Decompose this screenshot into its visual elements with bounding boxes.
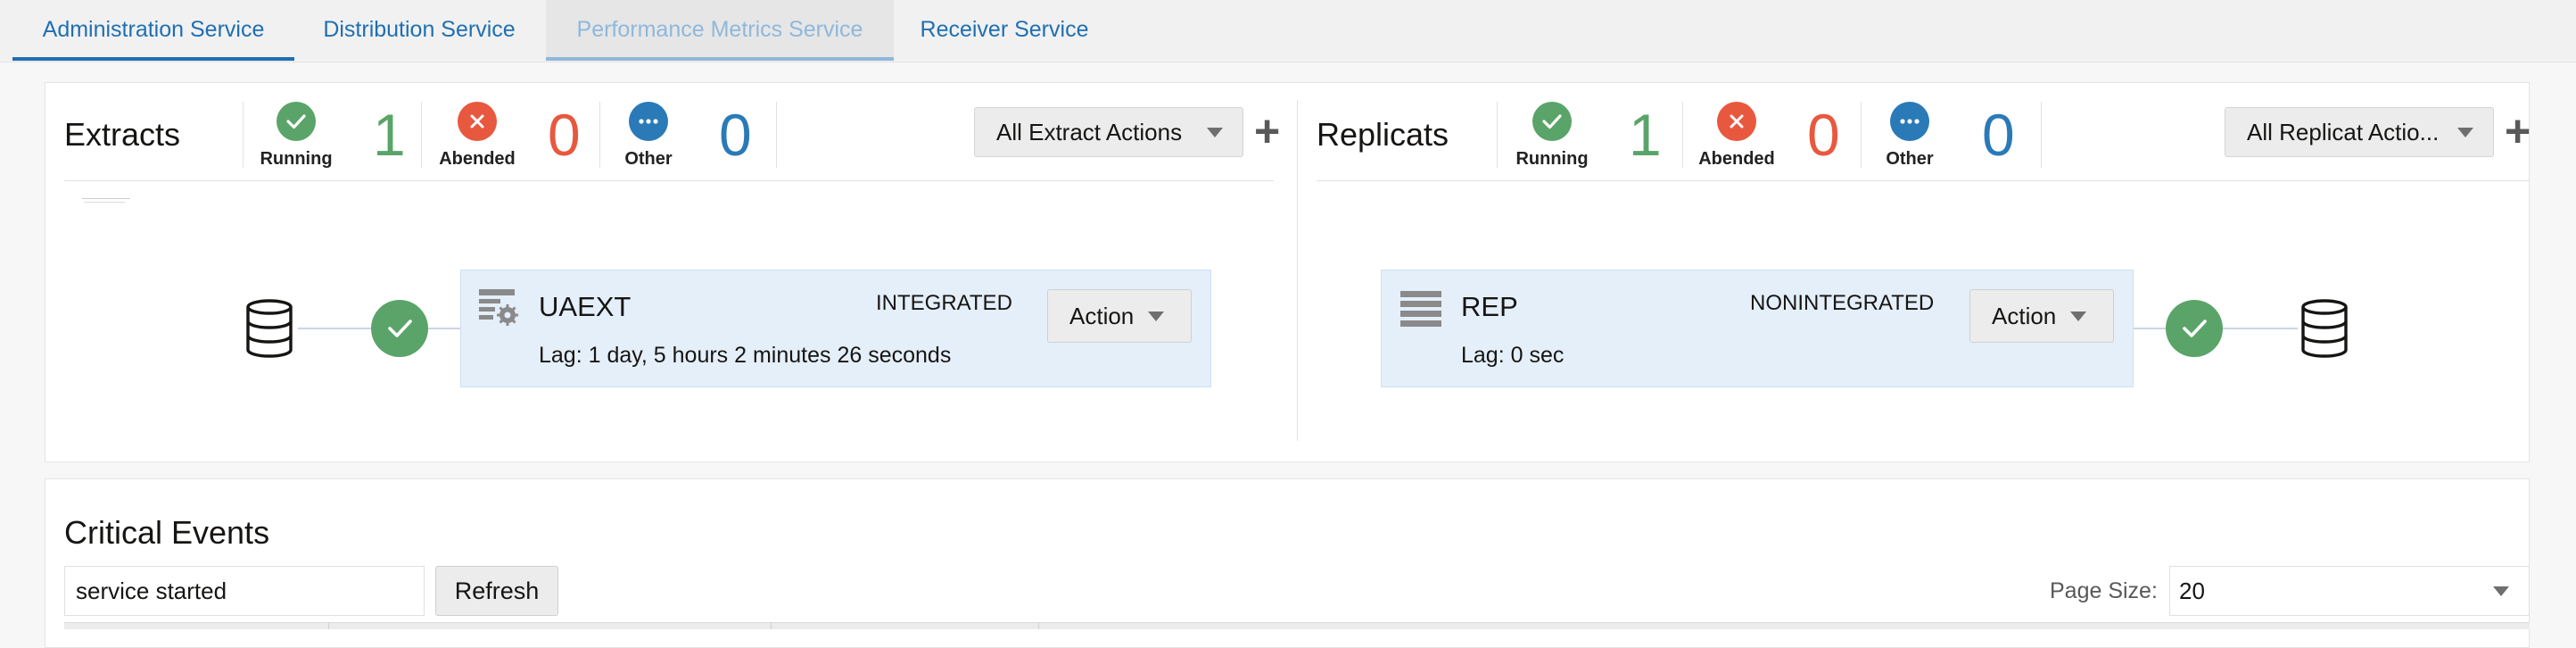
replicats-running-status[interactable]: Running bbox=[1509, 102, 1595, 170]
extracts-other-count: 0 bbox=[719, 102, 752, 168]
caret-down-icon bbox=[2493, 586, 2509, 596]
pipeline-connector bbox=[2223, 328, 2298, 329]
other-label: Other bbox=[624, 149, 673, 169]
critical-events-title: Critical Events bbox=[64, 514, 270, 551]
check-icon bbox=[1532, 102, 1572, 141]
replicats-other-count: 0 bbox=[1982, 102, 2015, 168]
extracts-divider-line bbox=[64, 180, 1274, 181]
divider bbox=[1861, 102, 1862, 168]
caret-down-icon bbox=[1148, 312, 1164, 321]
replicats-running-count: 1 bbox=[1629, 102, 1662, 168]
running-label: Running bbox=[1515, 149, 1589, 169]
replicats-divider-line bbox=[1317, 180, 2530, 181]
panel-divider bbox=[1297, 100, 1298, 441]
service-tab-bar: Administration Service Distribution Serv… bbox=[0, 0, 2576, 62]
table-column-divider bbox=[328, 622, 329, 629]
replicat-process-name[interactable]: REP bbox=[1461, 291, 1518, 323]
all-extract-actions-label: All Extract Actions bbox=[996, 118, 1183, 145]
table-column-divider bbox=[1038, 622, 1039, 629]
extracts-abended-status[interactable]: Abended bbox=[432, 102, 523, 170]
extracts-running-count: 1 bbox=[373, 102, 406, 168]
close-icon bbox=[458, 102, 497, 141]
replicat-action-button[interactable]: Action bbox=[1969, 289, 2114, 343]
page-size-value: 20 bbox=[2179, 577, 2205, 604]
page-size-label: Page Size: bbox=[2050, 578, 2158, 603]
caret-down-icon bbox=[2070, 312, 2086, 321]
decorative-mark bbox=[84, 202, 125, 203]
replicat-process-lag: Lag: 0 sec bbox=[1461, 343, 1565, 368]
add-extract-plus-icon[interactable]: + bbox=[1254, 109, 1280, 154]
extract-status-check-icon bbox=[371, 300, 428, 357]
action-label: Action bbox=[1069, 302, 1135, 329]
replicats-abended-status[interactable]: Abended bbox=[1691, 102, 1782, 170]
extracts-running-status[interactable]: Running bbox=[253, 102, 339, 170]
tab-performance-metrics-service[interactable]: Performance Metrics Service bbox=[546, 0, 894, 61]
tab-administration-service[interactable]: Administration Service bbox=[12, 0, 294, 61]
abended-label: Abended bbox=[1698, 149, 1775, 169]
processes-panel bbox=[45, 82, 2530, 462]
page-size-select[interactable]: 20 bbox=[2169, 566, 2530, 616]
extracts-other-status[interactable]: Other bbox=[608, 102, 689, 170]
divider bbox=[1497, 102, 1498, 168]
more-icon bbox=[1890, 102, 1929, 141]
divider bbox=[243, 102, 244, 168]
replicats-abended-count: 0 bbox=[1807, 102, 1840, 168]
all-extract-actions-dropdown[interactable]: All Extract Actions bbox=[974, 107, 1243, 157]
decorative-mark bbox=[82, 198, 130, 199]
critical-events-search-input[interactable] bbox=[64, 566, 425, 616]
add-replicat-plus-icon[interactable]: + bbox=[2505, 109, 2531, 154]
all-replicat-actions-label: All Replicat Actio... bbox=[2247, 118, 2440, 145]
extracts-title: Extracts bbox=[64, 116, 181, 153]
extract-process-name[interactable]: UAEXT bbox=[539, 291, 631, 323]
all-replicat-actions-dropdown[interactable]: All Replicat Actio... bbox=[2225, 107, 2494, 157]
table-column-divider bbox=[771, 622, 772, 629]
divider bbox=[1682, 102, 1683, 168]
replicats-title: Replicats bbox=[1317, 116, 1449, 153]
divider bbox=[776, 102, 777, 168]
source-database-icon bbox=[244, 298, 294, 363]
replicat-process-type: NONINTEGRATED bbox=[1750, 291, 1935, 315]
replicat-status-check-icon bbox=[2166, 300, 2223, 357]
pipeline-connector bbox=[428, 328, 460, 329]
abended-label: Abended bbox=[439, 149, 516, 169]
caret-down-icon bbox=[1207, 128, 1223, 137]
divider bbox=[2041, 102, 2042, 168]
replicat-list-icon bbox=[1400, 291, 1441, 331]
close-icon bbox=[1717, 102, 1756, 141]
tab-distribution-service[interactable]: Distribution Service bbox=[294, 0, 544, 61]
extract-process-type: INTEGRATED bbox=[876, 291, 1012, 315]
pipeline-connector bbox=[298, 328, 371, 329]
other-label: Other bbox=[1886, 149, 1934, 169]
replicats-other-status[interactable]: Other bbox=[1870, 102, 1950, 170]
tab-receiver-service[interactable]: Receiver Service bbox=[896, 0, 1113, 61]
extract-gear-icon bbox=[478, 287, 519, 333]
events-table-header bbox=[64, 622, 2530, 629]
more-icon bbox=[629, 102, 668, 141]
pipeline-connector bbox=[2134, 328, 2166, 329]
action-label: Action bbox=[1992, 302, 2057, 329]
divider bbox=[599, 102, 600, 168]
running-label: Running bbox=[260, 149, 333, 169]
divider bbox=[421, 102, 422, 168]
refresh-button[interactable]: Refresh bbox=[435, 566, 558, 616]
target-database-icon bbox=[2299, 298, 2349, 363]
caret-down-icon bbox=[2457, 128, 2473, 137]
extracts-abended-count: 0 bbox=[548, 102, 581, 168]
extract-action-button[interactable]: Action bbox=[1047, 289, 1192, 343]
check-icon bbox=[277, 102, 316, 141]
extract-process-lag: Lag: 1 day, 5 hours 2 minutes 26 seconds bbox=[539, 343, 952, 368]
